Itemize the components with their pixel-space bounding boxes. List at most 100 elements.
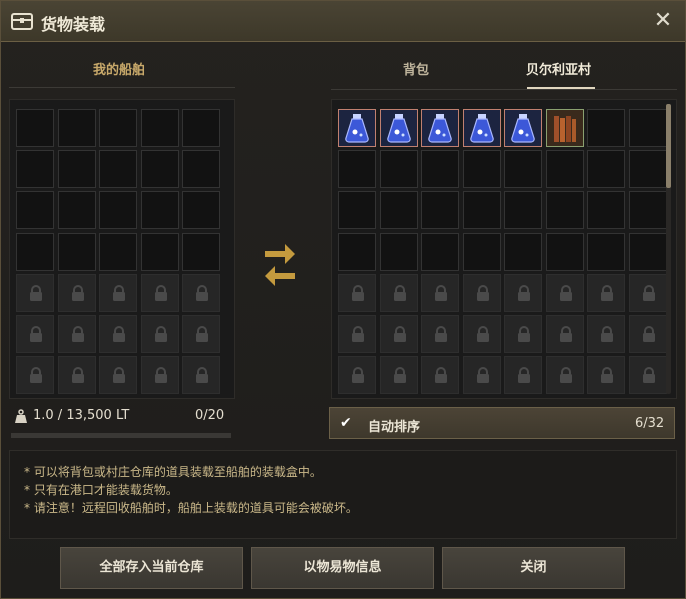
empty-slot[interactable] <box>545 232 584 271</box>
empty-slot[interactable] <box>628 150 667 189</box>
locked-slot[interactable] <box>99 273 137 312</box>
locked-slot[interactable] <box>57 315 96 353</box>
empty-slot[interactable] <box>462 191 501 230</box>
locked-slot[interactable] <box>338 356 376 395</box>
locked-slot[interactable] <box>504 315 542 353</box>
locked-slot[interactable] <box>628 273 667 312</box>
item-slot[interactable] <box>421 109 459 147</box>
empty-slot[interactable] <box>57 232 96 271</box>
empty-slot[interactable] <box>99 109 137 147</box>
locked-slot[interactable] <box>140 315 179 353</box>
locked-slot[interactable] <box>462 273 501 312</box>
empty-slot[interactable] <box>379 191 418 230</box>
empty-slot[interactable] <box>338 150 376 189</box>
empty-slot[interactable] <box>587 150 625 189</box>
auto-sort-bar[interactable]: ✔ 自动排序 6/32 <box>329 407 675 439</box>
locked-slot[interactable] <box>57 356 96 395</box>
locked-slot[interactable] <box>421 273 459 312</box>
empty-slot[interactable] <box>504 150 542 189</box>
empty-slot[interactable] <box>421 232 459 271</box>
empty-slot[interactable] <box>587 232 625 271</box>
empty-slot[interactable] <box>628 109 667 147</box>
empty-slot[interactable] <box>16 191 54 230</box>
barter-info-button[interactable]: 以物易物信息 <box>251 547 434 589</box>
title-bar[interactable]: 货物装载 ✕ <box>1 1 685 42</box>
empty-slot[interactable] <box>504 191 542 230</box>
storage-scrollbar[interactable] <box>666 104 671 188</box>
empty-slot[interactable] <box>99 150 137 189</box>
locked-slot[interactable] <box>140 356 179 395</box>
empty-slot[interactable] <box>57 109 96 147</box>
locked-slot[interactable] <box>140 273 179 312</box>
locked-slot[interactable] <box>379 315 418 353</box>
item-slot[interactable] <box>504 109 542 147</box>
empty-slot[interactable] <box>140 109 179 147</box>
locked-slot[interactable] <box>182 315 220 353</box>
empty-slot[interactable] <box>462 150 501 189</box>
locked-slot[interactable] <box>338 315 376 353</box>
locked-slot[interactable] <box>587 273 625 312</box>
empty-slot[interactable] <box>545 191 584 230</box>
empty-slot[interactable] <box>504 232 542 271</box>
empty-slot[interactable] <box>57 191 96 230</box>
empty-slot[interactable] <box>628 232 667 271</box>
locked-slot[interactable] <box>504 273 542 312</box>
locked-slot[interactable] <box>462 356 501 395</box>
locked-slot[interactable] <box>462 315 501 353</box>
locked-slot[interactable] <box>16 356 54 395</box>
empty-slot[interactable] <box>545 150 584 189</box>
empty-slot[interactable] <box>182 150 220 189</box>
checkbox-check-icon[interactable]: ✔ <box>340 415 352 431</box>
locked-slot[interactable] <box>421 315 459 353</box>
locked-slot[interactable] <box>421 356 459 395</box>
empty-slot[interactable] <box>140 191 179 230</box>
item-slot[interactable] <box>462 109 501 147</box>
locked-slot[interactable] <box>545 273 584 312</box>
empty-slot[interactable] <box>587 191 625 230</box>
locked-slot[interactable] <box>587 315 625 353</box>
empty-slot[interactable] <box>16 232 54 271</box>
empty-slot[interactable] <box>140 150 179 189</box>
locked-slot[interactable] <box>545 315 584 353</box>
empty-slot[interactable] <box>140 232 179 271</box>
empty-slot[interactable] <box>462 232 501 271</box>
locked-slot[interactable] <box>587 356 625 395</box>
empty-slot[interactable] <box>379 150 418 189</box>
empty-slot[interactable] <box>57 150 96 189</box>
empty-slot[interactable] <box>99 191 137 230</box>
tab-inventory[interactable]: 背包 <box>403 59 429 78</box>
locked-slot[interactable] <box>545 356 584 395</box>
empty-slot[interactable] <box>99 232 137 271</box>
empty-slot[interactable] <box>16 150 54 189</box>
item-slot[interactable] <box>379 109 418 147</box>
locked-slot[interactable] <box>16 315 54 353</box>
locked-slot[interactable] <box>16 273 54 312</box>
locked-slot[interactable] <box>379 356 418 395</box>
deposit-all-button[interactable]: 全部存入当前仓库 <box>60 547 243 589</box>
locked-slot[interactable] <box>99 315 137 353</box>
locked-slot[interactable] <box>504 356 542 395</box>
empty-slot[interactable] <box>16 109 54 147</box>
tab-village-storage[interactable]: 贝尔利亚村 <box>526 59 591 78</box>
locked-slot[interactable] <box>379 273 418 312</box>
empty-slot[interactable] <box>338 191 376 230</box>
locked-slot[interactable] <box>628 315 667 353</box>
locked-slot[interactable] <box>338 273 376 312</box>
empty-slot[interactable] <box>421 191 459 230</box>
empty-slot[interactable] <box>587 109 625 147</box>
close-button[interactable]: 关闭 <box>442 547 625 589</box>
empty-slot[interactable] <box>628 191 667 230</box>
empty-slot[interactable] <box>379 232 418 271</box>
empty-slot[interactable] <box>338 232 376 271</box>
empty-slot[interactable] <box>182 232 220 271</box>
close-icon[interactable]: ✕ <box>651 9 675 33</box>
item-slot[interactable] <box>338 109 376 147</box>
locked-slot[interactable] <box>182 356 220 395</box>
locked-slot[interactable] <box>628 356 667 395</box>
item-slot[interactable] <box>545 109 584 147</box>
locked-slot[interactable] <box>57 273 96 312</box>
empty-slot[interactable] <box>421 150 459 189</box>
empty-slot[interactable] <box>182 191 220 230</box>
empty-slot[interactable] <box>182 109 220 147</box>
locked-slot[interactable] <box>182 273 220 312</box>
